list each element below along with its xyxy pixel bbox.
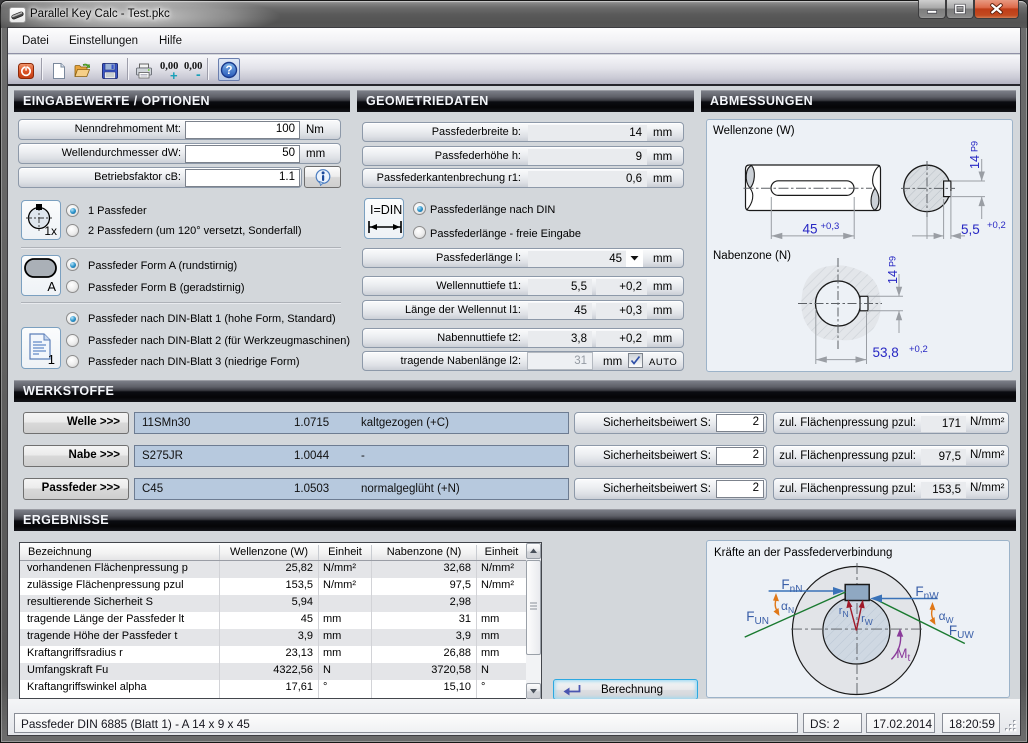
svg-text:+0,2: +0,2 (987, 220, 1006, 231)
svg-text:14: 14 (886, 270, 900, 284)
svg-text:+0,3: +0,3 (821, 221, 840, 232)
svg-text:5,5: 5,5 (961, 222, 980, 237)
svg-text:αW: αW (939, 609, 954, 625)
svg-text:P9: P9 (970, 141, 980, 152)
svg-text:αN: αN (781, 599, 794, 615)
svg-text:14: 14 (968, 155, 982, 169)
svg-text:45: 45 (803, 222, 818, 237)
svg-text:FUN: FUN (746, 609, 769, 627)
svg-text:FnW: FnW (915, 584, 939, 602)
svg-text:FUW: FUW (949, 623, 974, 641)
svg-text:53,8: 53,8 (873, 345, 899, 360)
svg-text:FnN: FnN (781, 577, 802, 595)
svg-text:+0,2: +0,2 (909, 344, 928, 355)
svg-text:P9: P9 (888, 256, 898, 267)
svg-text:?: ? (225, 65, 232, 77)
